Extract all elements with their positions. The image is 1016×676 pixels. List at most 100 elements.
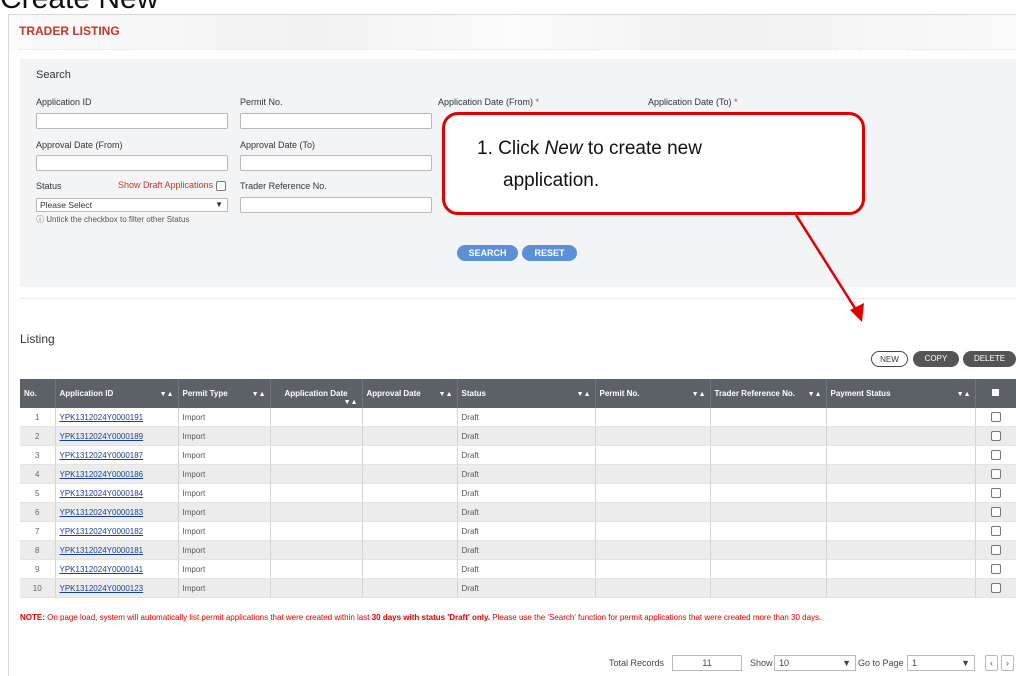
sort-icon[interactable]: ▼▲	[808, 391, 822, 398]
table-row: 7 YPK1312024Y0000182 Import Draft	[20, 521, 1016, 541]
select-all-header[interactable]	[975, 379, 1016, 408]
column-header-approval-date[interactable]: Approval Date ▼▲	[362, 379, 458, 408]
row-checkbox[interactable]	[990, 412, 1001, 422]
sort-icon[interactable]: ▼▲	[344, 399, 358, 406]
application-id-link[interactable]: YPK1312024Y0000187	[60, 451, 144, 460]
column-header-application-id[interactable]: Application ID ▼▲	[55, 379, 179, 408]
permit-type-cell: Import	[178, 464, 271, 484]
row-select-cell	[975, 502, 1016, 522]
sort-icon[interactable]: ▼▲	[577, 391, 591, 398]
row-checkbox[interactable]	[990, 488, 1001, 498]
column-header-application-date[interactable]: Application Date ▼▲	[270, 379, 363, 408]
new-button[interactable]: NEW	[871, 351, 908, 367]
sort-icon[interactable]: ▼▲	[692, 391, 706, 398]
trader-reference-cell	[710, 483, 827, 503]
application-date-cell	[270, 483, 363, 503]
status-cell: Draft	[457, 521, 596, 541]
sort-icon[interactable]: ▼▲	[957, 391, 971, 398]
payment-status-cell	[826, 426, 976, 446]
copy-button[interactable]: COPY	[913, 351, 959, 367]
approval-date-cell	[362, 502, 458, 522]
permit-no-cell	[595, 521, 711, 541]
trader-reference-cell	[710, 521, 827, 541]
sort-icon[interactable]: ▼▲	[160, 391, 174, 398]
select-all-checkbox[interactable]	[992, 389, 999, 396]
next-page-button[interactable]: ›	[1001, 655, 1014, 671]
application-id-link[interactable]: YPK1312024Y0000182	[60, 527, 144, 536]
chevron-down-icon: ▼	[842, 658, 851, 668]
page-note: NOTE: On page load, system will automati…	[20, 613, 822, 622]
column-header-permit-type[interactable]: Permit Type ▼▲	[178, 379, 271, 408]
row-checkbox[interactable]	[990, 583, 1001, 593]
row-number: 5	[20, 483, 56, 503]
trader-reference-cell	[710, 464, 827, 484]
table-row: 8 YPK1312024Y0000181 Import Draft	[20, 540, 1016, 560]
application-id-link[interactable]: YPK1312024Y0000123	[60, 584, 144, 593]
trader-reference-cell	[710, 578, 827, 598]
status-cell: Draft	[457, 445, 596, 465]
application-id-link[interactable]: YPK1312024Y0000191	[60, 413, 144, 422]
trader-reference-cell	[710, 540, 827, 560]
table-row: 2 YPK1312024Y0000189 Import Draft	[20, 426, 1016, 446]
sort-icon[interactable]: ▼▲	[439, 391, 453, 398]
row-number: 1	[20, 408, 56, 427]
column-header-permit-no[interactable]: Permit No. ▼▲	[595, 379, 711, 408]
column-header-no: No.	[20, 379, 56, 408]
goto-page-value: 1	[912, 658, 918, 668]
application-id-link[interactable]: YPK1312024Y0000183	[60, 508, 144, 517]
goto-page-label: Go to Page	[858, 658, 904, 668]
trader-reference-cell	[710, 502, 827, 522]
row-checkbox[interactable]	[990, 564, 1001, 574]
row-checkbox[interactable]	[990, 469, 1001, 479]
row-checkbox[interactable]	[990, 526, 1001, 536]
application-id-link[interactable]: YPK1312024Y0000141	[60, 565, 144, 574]
page-size-select[interactable]: 10 ▼	[774, 655, 856, 671]
application-date-cell	[270, 578, 363, 598]
application-id-link[interactable]: YPK1312024Y0000181	[60, 546, 144, 555]
status-cell: Draft	[457, 483, 596, 503]
application-date-cell	[270, 540, 363, 560]
permit-no-cell	[595, 464, 711, 484]
column-header-status[interactable]: Status ▼▲	[457, 379, 596, 408]
sort-icon[interactable]: ▼▲	[252, 391, 266, 398]
application-date-cell	[270, 426, 363, 446]
table-row: 10 YPK1312024Y0000123 Import Draft	[20, 578, 1016, 598]
approval-date-cell	[362, 408, 458, 427]
row-select-cell	[975, 483, 1016, 503]
row-number: 4	[20, 464, 56, 484]
approval-date-cell	[362, 559, 458, 579]
application-id-link[interactable]: YPK1312024Y0000189	[60, 432, 144, 441]
listing-table: No. Application ID ▼▲ Permit Type ▼▲ Appli…	[20, 379, 1016, 598]
row-select-cell	[975, 464, 1016, 484]
total-records-label: Total Records	[609, 658, 665, 668]
payment-status-cell	[826, 540, 976, 560]
row-number: 10	[20, 578, 56, 598]
row-number: 9	[20, 559, 56, 579]
goto-page-select[interactable]: 1 ▼	[907, 655, 975, 671]
status-cell: Draft	[457, 464, 596, 484]
approval-date-cell	[362, 521, 458, 541]
status-cell: Draft	[457, 559, 596, 579]
row-select-cell	[975, 426, 1016, 446]
approval-date-cell	[362, 578, 458, 598]
row-checkbox[interactable]	[990, 431, 1001, 441]
row-checkbox[interactable]	[990, 450, 1001, 460]
permit-type-cell: Import	[178, 559, 271, 579]
permit-no-cell	[595, 483, 711, 503]
application-id-cell: YPK1312024Y0000141	[55, 559, 179, 579]
prev-page-button[interactable]: ‹	[985, 655, 998, 671]
approval-date-cell	[362, 445, 458, 465]
status-cell: Draft	[457, 426, 596, 446]
permit-no-cell	[595, 578, 711, 598]
application-id-link[interactable]: YPK1312024Y0000184	[60, 489, 144, 498]
application-id-cell: YPK1312024Y0000191	[55, 408, 179, 427]
delete-button[interactable]: DELETE	[963, 351, 1016, 367]
payment-status-cell	[826, 502, 976, 522]
column-header-trader-reference[interactable]: Trader Reference No. ▼▲	[710, 379, 827, 408]
row-checkbox[interactable]	[990, 545, 1001, 555]
total-records-value: 11	[672, 655, 742, 671]
column-header-payment-status[interactable]: Payment Status ▼▲	[826, 379, 976, 408]
permit-type-cell: Import	[178, 483, 271, 503]
row-checkbox[interactable]	[990, 507, 1001, 517]
application-id-link[interactable]: YPK1312024Y0000186	[60, 470, 144, 479]
